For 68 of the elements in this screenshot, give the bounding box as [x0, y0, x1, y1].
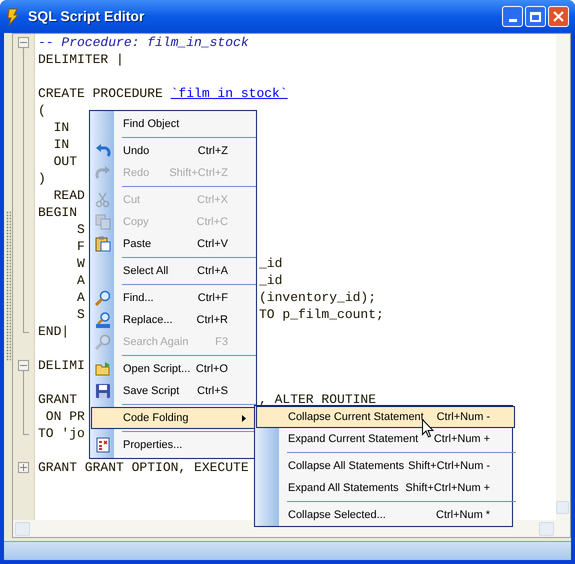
- lightning-icon: [6, 8, 20, 26]
- code-text: (: [38, 102, 46, 119]
- code-text: S: [76, 306, 85, 323]
- menu-item[interactable]: Select All Ctrl+A: [91, 260, 255, 282]
- menu-item[interactable]: Open Script... Ctrl+O: [91, 358, 255, 380]
- code-text: BEGIN: [38, 204, 78, 221]
- close-icon: [553, 11, 564, 22]
- code-text: TO p_film_count;: [259, 306, 384, 323]
- code-text: END|: [38, 323, 70, 340]
- code-text: OUT: [52, 153, 78, 170]
- collapse-toggle[interactable]: [18, 360, 29, 371]
- code-text: TO 'jo: [38, 425, 85, 442]
- scissors-icon: [95, 192, 111, 208]
- splitter-grip[interactable]: [6, 210, 10, 360]
- code-text: IN: [52, 119, 70, 136]
- code-text: A: [76, 289, 85, 306]
- menu-item[interactable]: Expand Current Statement Ctrl+Num +: [256, 428, 516, 450]
- menu-item[interactable]: Collapse Current Statement Ctrl+Num -: [256, 406, 516, 428]
- code-text: GRANT: [38, 391, 78, 408]
- magnifier-icon: [95, 290, 111, 306]
- menu-item[interactable]: Properties...: [91, 434, 255, 456]
- fold-end-marker: [23, 425, 29, 435]
- code-text: DELIMITER |: [38, 51, 124, 68]
- code-text: , ALTER ROUTINE: [259, 391, 376, 408]
- menu-item[interactable]: Save Script Ctrl+S: [91, 380, 255, 402]
- undo-icon: [95, 143, 111, 159]
- code-text: F: [76, 238, 85, 255]
- menu-item[interactable]: Find... Ctrl+F: [91, 287, 255, 309]
- code-text: ON PR: [44, 408, 85, 425]
- code-text: _id: [259, 272, 282, 289]
- code-text: A: [76, 272, 85, 289]
- code-text: CREATE PROCEDURE: [38, 85, 164, 102]
- properties-icon: [95, 437, 111, 453]
- menu-item[interactable]: Expand All Statements Shift+Ctrl+Num +: [256, 477, 516, 499]
- redo-icon: [95, 165, 111, 181]
- menu-item[interactable]: Replace... Ctrl+R: [91, 309, 255, 331]
- code-text: W: [76, 255, 85, 272]
- paste-icon: [95, 236, 111, 252]
- window-title: SQL Script Editor: [28, 7, 144, 26]
- collapse-toggle[interactable]: [18, 37, 29, 48]
- code-text: ): [38, 170, 46, 187]
- menu-item[interactable]: Undo Ctrl+Z: [91, 140, 255, 162]
- code-text: S: [76, 221, 85, 238]
- fold-end-marker: [23, 323, 29, 333]
- maximize-button[interactable]: [525, 6, 546, 27]
- code-text: DELIMI: [38, 357, 85, 374]
- menu-item[interactable]: Paste Ctrl+V: [91, 233, 255, 255]
- submenu-item[interactable]: Code Folding: [91, 407, 255, 429]
- code-comment: -- Procedure: film_in_stock: [38, 34, 249, 51]
- code-text: GRANT GRANT OPTION, EXECUTE: [38, 459, 249, 476]
- menu-item[interactable]: Collapse All Statements Shift+Ctrl+Num -: [256, 455, 516, 477]
- menu-item[interactable]: Find Object: [91, 113, 255, 135]
- submenu-arrow-icon: [242, 415, 246, 422]
- code-text: IN: [52, 136, 70, 153]
- close-button[interactable]: [548, 6, 569, 27]
- code-text: _id: [259, 255, 282, 272]
- magnifier-icon: [95, 334, 111, 350]
- replace-icon: [95, 312, 111, 328]
- mouse-pointer-icon: [422, 419, 434, 438]
- folder-icon: [95, 361, 111, 377]
- minimize-button[interactable]: [502, 6, 523, 27]
- vertical-scrollbar[interactable]: [556, 34, 570, 520]
- code-text: (inventory_id);: [259, 289, 376, 306]
- menu-item[interactable]: Collapse Selected... Ctrl+Num *: [256, 504, 516, 526]
- copy-icon: [95, 214, 111, 230]
- expand-toggle[interactable]: [18, 462, 29, 473]
- identifier-link[interactable]: `film in stock`: [170, 85, 288, 102]
- code-text: READ: [52, 187, 85, 204]
